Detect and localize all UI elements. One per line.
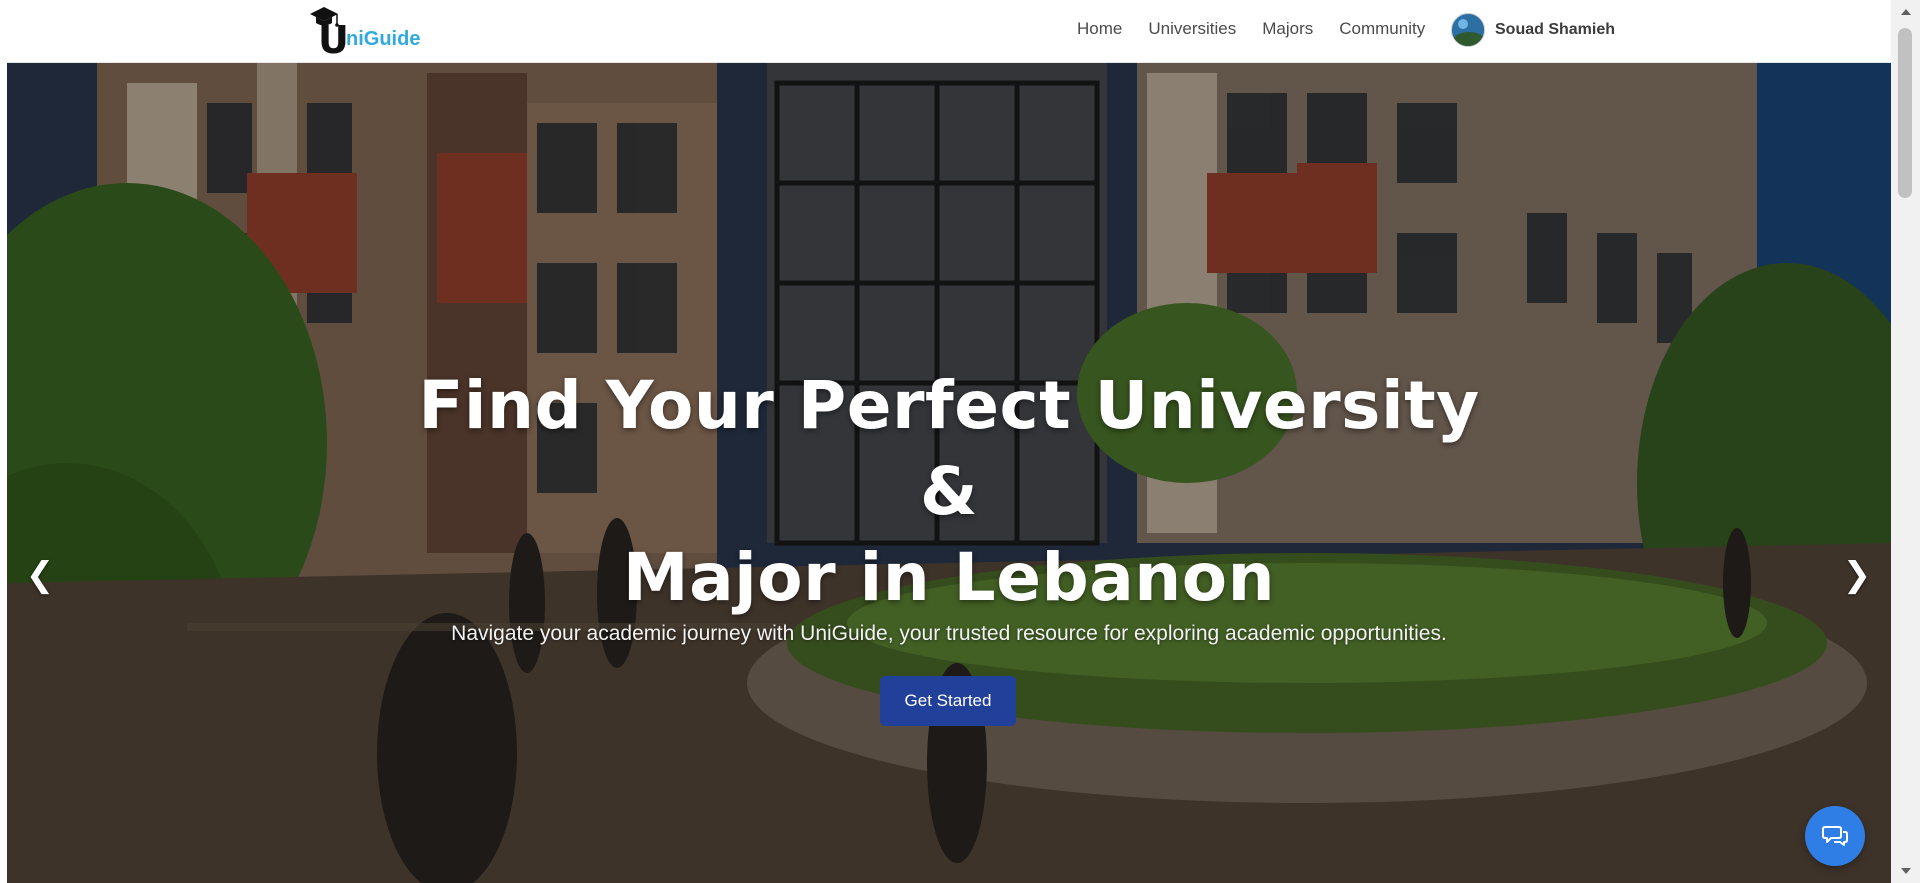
chat-bubbles-icon (1822, 826, 1848, 846)
page-scrollbar[interactable] (1891, 0, 1920, 883)
carousel-prev-button[interactable]: ❮ (20, 551, 60, 599)
window-edge (0, 0, 7, 883)
carousel-next-button[interactable]: ❯ (1837, 551, 1877, 599)
chat-button[interactable] (1805, 806, 1865, 866)
earth-avatar-icon (1452, 14, 1484, 46)
hero-title-line1: Find Your Perfect University & (418, 367, 1480, 530)
hero-subtitle: Navigate your academic journey with UniG… (451, 622, 1447, 645)
uniguide-logo[interactable]: U niGuide (304, 2, 444, 58)
avatar (1451, 13, 1485, 47)
hero-carousel: Find Your Perfect University & Major in … (7, 63, 1891, 883)
hero-title: Find Your Perfect University & Major in … (399, 363, 1499, 621)
top-navbar: U niGuide Home Universities Majors Commu… (7, 0, 1891, 63)
user-profile-menu[interactable]: Souad Shamieh (1451, 13, 1615, 47)
main-nav: Home Universities Majors Community (1077, 18, 1451, 40)
nav-community[interactable]: Community (1339, 18, 1425, 40)
nav-home[interactable]: Home (1077, 18, 1122, 40)
logo-text: niGuide (346, 28, 420, 50)
scroll-down-icon[interactable] (1891, 861, 1920, 881)
graduation-cap-icon: U niGuide (310, 7, 420, 58)
hero-title-line2: Major in Lebanon (622, 539, 1276, 616)
profile-name: Souad Shamieh (1495, 21, 1616, 38)
scroll-up-icon[interactable] (1891, 2, 1920, 22)
nav-universities[interactable]: Universities (1148, 18, 1236, 40)
scroll-thumb[interactable] (1898, 28, 1912, 198)
nav-majors[interactable]: Majors (1262, 18, 1313, 40)
logo-initial: U (318, 18, 349, 58)
get-started-button[interactable]: Get Started (880, 676, 1016, 726)
